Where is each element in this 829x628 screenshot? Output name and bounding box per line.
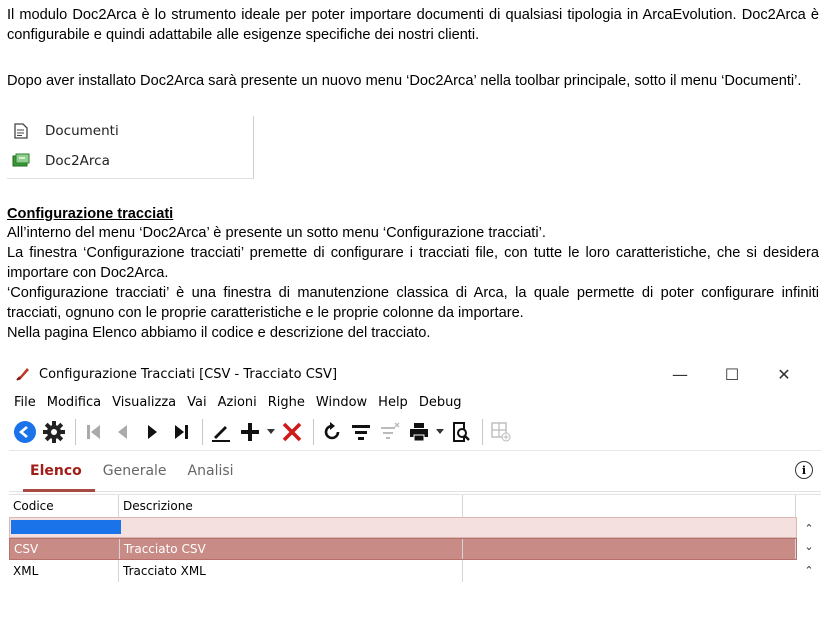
tab-generale[interactable]: Generale (103, 463, 167, 479)
tab-bar: Elenco Generale Analisi i (9, 451, 821, 492)
add-icon[interactable] (237, 417, 263, 447)
previous-record-icon[interactable] (110, 417, 136, 447)
grid-add-icon[interactable] (488, 417, 514, 447)
refresh-icon[interactable] (319, 417, 345, 447)
menu-paragraph: Dopo aver installato Doc2Arca sarà prese… (7, 73, 802, 89)
grid-header: Codice Descrizione (9, 494, 821, 517)
back-circle-icon[interactable] (12, 417, 38, 447)
print-preview-icon[interactable] (448, 417, 474, 447)
filter-icon[interactable] (348, 417, 374, 447)
table-row[interactable]: CSV Tracciato CSV (9, 538, 797, 560)
toolbar-separator (75, 419, 76, 445)
config-paragraph-2: La finestra ‘Configurazione tracciati’ p… (7, 245, 819, 281)
title-bar: Configurazione Tracciati [CSV - Tracciat… (9, 358, 821, 390)
clear-filter-icon[interactable] (377, 417, 403, 447)
config-window: Configurazione Tracciati [CSV - Tracciat… (9, 358, 821, 598)
scroll-down-icon[interactable]: ⌄ (802, 540, 816, 553)
menu-bar: File Modifica Visualizza Vai Azioni Righ… (9, 390, 821, 414)
config-paragraph-1: All’interno del menu ‘Doc2Arca’ è presen… (7, 225, 546, 241)
window-title: Configurazione Tracciati [CSV - Tracciat… (39, 366, 338, 382)
table-row[interactable]: XML Tracciato XML (9, 560, 821, 582)
cell-codice: CSV (10, 539, 120, 559)
cell-descrizione: Tracciato XML (119, 560, 463, 582)
first-record-icon[interactable] (81, 417, 107, 447)
toolbar (9, 414, 821, 451)
menu-item-label: Documenti (45, 123, 119, 139)
menu-item-label: Doc2Arca (45, 153, 110, 169)
config-paragraphs: All’interno del menu ‘Doc2Arca’ è presen… (7, 223, 819, 343)
doc2arca-icon (11, 152, 31, 170)
menu-vai[interactable]: Vai (187, 395, 206, 410)
delete-icon[interactable] (279, 417, 305, 447)
tab-elenco[interactable]: Elenco (30, 463, 82, 479)
close-button[interactable]: ✕ (761, 358, 807, 390)
toolbar-separator (482, 419, 483, 445)
menu-item-doc2arca[interactable]: Doc2Arca (7, 146, 253, 176)
column-header-descrizione[interactable]: Descrizione (119, 495, 463, 517)
next-record-icon[interactable] (139, 417, 165, 447)
toolbar-separator (202, 419, 203, 445)
menu-righe[interactable]: Righe (268, 395, 305, 410)
config-paragraph-4: Nella pagina Elenco abbiamo il codice e … (7, 325, 431, 341)
info-icon[interactable]: i (795, 461, 813, 479)
document-icon (11, 122, 31, 140)
scroll-up-icon[interactable]: ⌃ (802, 522, 816, 535)
chevron-down-icon[interactable] (435, 417, 445, 447)
edit-icon[interactable] (208, 417, 234, 447)
toolbar-separator (313, 419, 314, 445)
tab-analisi[interactable]: Analisi (188, 463, 234, 479)
menu-debug[interactable]: Debug (419, 395, 462, 410)
maximize-button[interactable]: ☐ (709, 358, 755, 390)
record-grid: Codice Descrizione CSV Tracciato CSV XML… (9, 494, 821, 598)
filter-row[interactable] (9, 517, 797, 538)
minimize-button[interactable]: — (657, 358, 703, 390)
menu-window[interactable]: Window (316, 395, 367, 410)
filter-input-codice[interactable] (11, 520, 121, 534)
section-title: Configurazione tracciati (7, 206, 174, 222)
cell-descrizione: Tracciato CSV (120, 539, 464, 559)
chevron-down-icon[interactable] (266, 417, 276, 447)
last-record-icon[interactable] (168, 417, 194, 447)
column-header-codice[interactable]: Codice (9, 495, 119, 517)
print-icon[interactable] (406, 417, 432, 447)
menu-modifica[interactable]: Modifica (47, 395, 101, 410)
menu-visualizza[interactable]: Visualizza (112, 395, 176, 410)
intro-paragraph: Il modulo Doc2Arca è lo strumento ideale… (7, 7, 819, 43)
gear-icon[interactable] (41, 417, 67, 447)
app-icon (15, 366, 31, 382)
scroll-up-icon[interactable]: ⌃ (802, 564, 816, 577)
menu-item-documenti[interactable]: Documenti (7, 116, 253, 146)
menu-file[interactable]: File (14, 395, 36, 410)
menu-help[interactable]: Help (378, 395, 408, 410)
menu-screenshot: Documenti Doc2Arca (7, 116, 254, 179)
active-tab-indicator (23, 489, 95, 492)
config-paragraph-3: ‘Configurazione tracciati’ è una finestr… (7, 285, 819, 321)
menu-azioni[interactable]: Azioni (218, 395, 257, 410)
column-header-empty (463, 495, 796, 517)
cell-empty (463, 539, 796, 559)
cell-codice: XML (9, 560, 119, 582)
